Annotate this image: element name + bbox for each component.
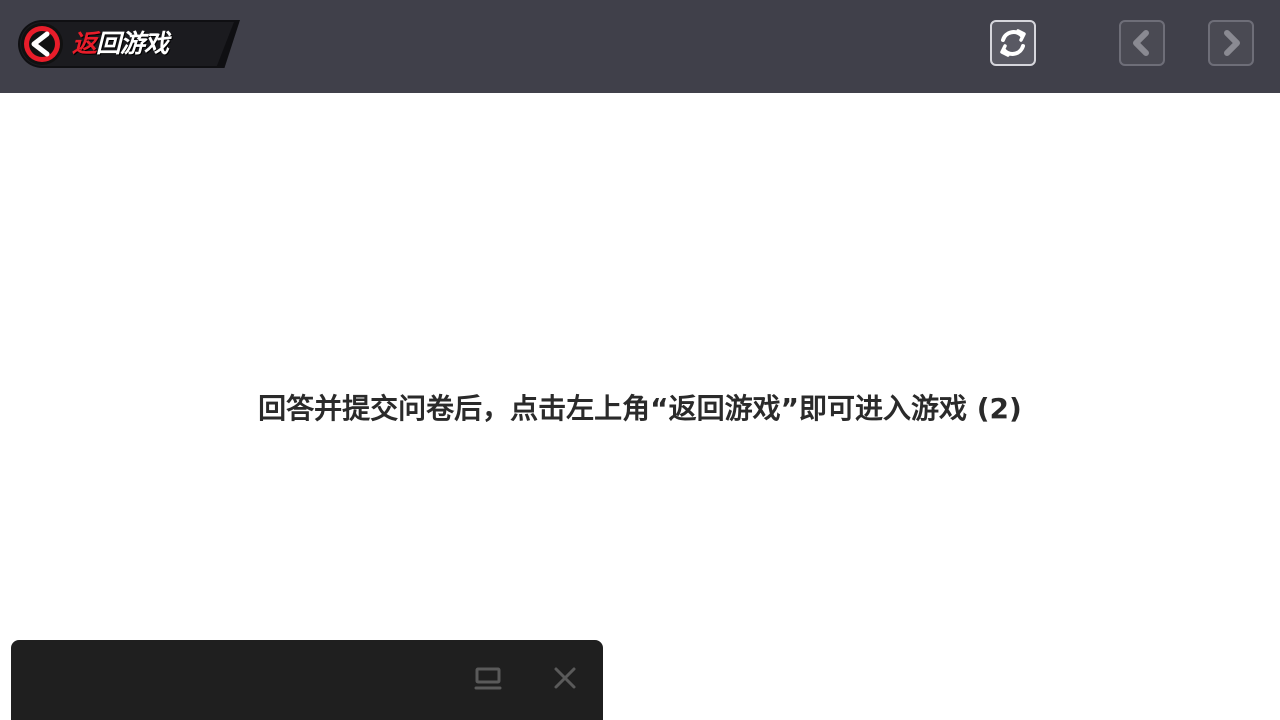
back-arrow-circle-icon [21, 23, 63, 65]
top-toolbar: 返回游戏 [0, 0, 1280, 93]
chevron-left-icon [1133, 30, 1149, 56]
prev-page-button[interactable] [1119, 20, 1165, 66]
minimize-button[interactable] [471, 662, 505, 696]
close-button[interactable] [548, 662, 582, 696]
minimize-icon [474, 667, 502, 690]
refresh-icon [1000, 29, 1026, 57]
back-to-game-button[interactable]: 返回游戏 [18, 20, 240, 68]
survey-instruction-text: 回答并提交问卷后，点击左上角“返回游戏”即可进入游戏 (2) [258, 392, 1022, 425]
refresh-button[interactable] [990, 20, 1036, 66]
next-page-button[interactable] [1208, 20, 1254, 66]
back-label-highlight: 返 [72, 29, 97, 58]
back-button-label: 返回游戏 [72, 29, 169, 59]
close-icon [554, 667, 576, 689]
chevron-right-icon [1224, 30, 1240, 56]
back-label-rest: 回游戏 [96, 29, 169, 58]
floating-panel [11, 640, 603, 720]
